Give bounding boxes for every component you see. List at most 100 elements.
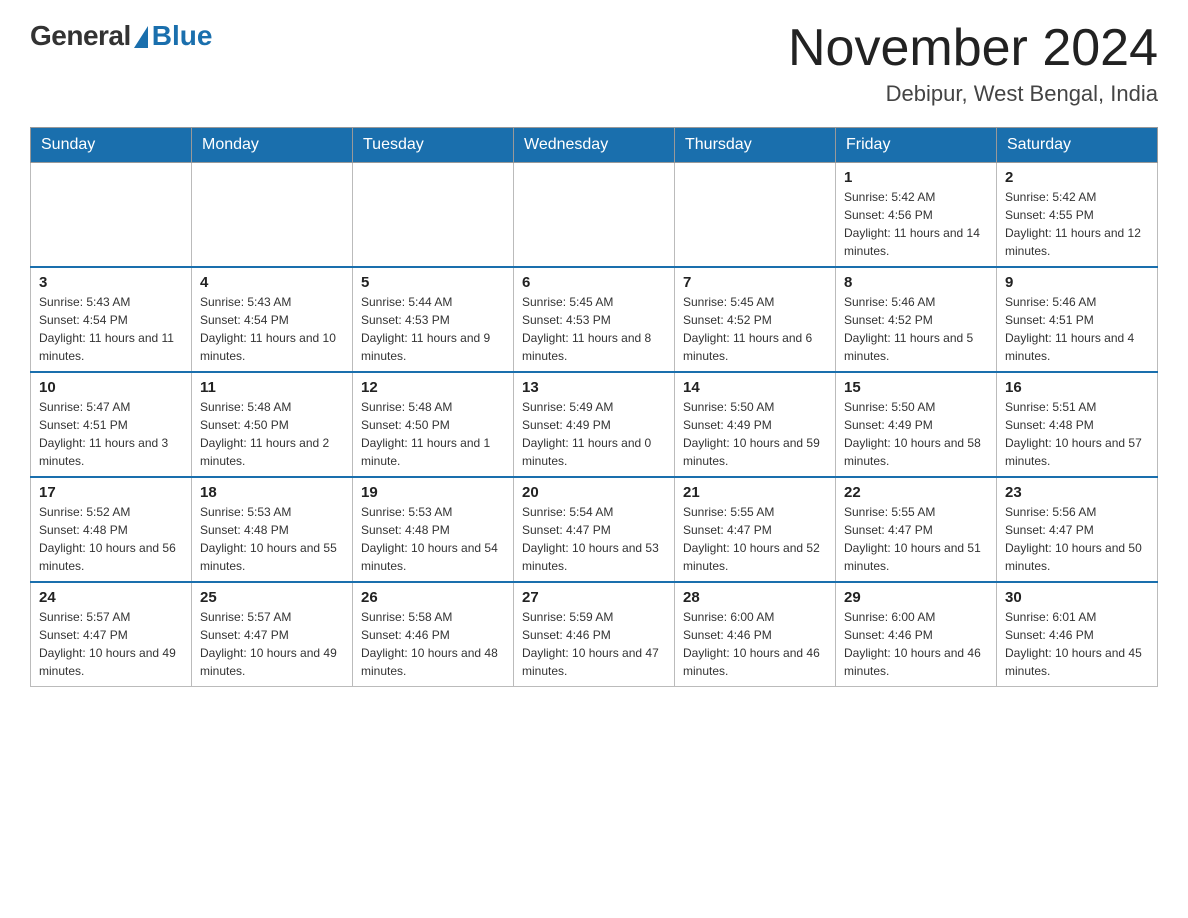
location-title: Debipur, West Bengal, India — [788, 81, 1158, 107]
weekday-header: Saturday — [997, 128, 1158, 163]
month-title: November 2024 — [788, 20, 1158, 77]
day-info: Sunrise: 5:56 AMSunset: 4:47 PMDaylight:… — [1005, 503, 1149, 575]
calendar-cell: 6 Sunrise: 5:45 AMSunset: 4:53 PMDaylight… — [514, 267, 675, 372]
page-header: General Blue November 2024 Debipur, West… — [30, 20, 1158, 107]
day-number: 4 — [200, 274, 344, 291]
calendar-cell: 24Sunrise: 5:57 AMSunset: 4:47 PMDayligh… — [31, 582, 192, 687]
day-info: Sunrise: 5:45 AMSunset: 4:52 PMDaylight:… — [683, 293, 827, 365]
weekday-header: Sunday — [31, 128, 192, 163]
calendar-cell: 16 Sunrise: 5:51 AMSunset: 4:48 PMDayligh… — [997, 372, 1158, 477]
day-info: Sunrise: 5:57 AMSunset: 4:47 PMDaylight:… — [200, 608, 344, 680]
day-info: Sunrise: 5:53 AMSunset: 4:48 PMDaylight:… — [200, 503, 344, 575]
day-number: 25 — [200, 589, 344, 606]
calendar-cell: 30 Sunrise: 6:01 AMSunset: 4:46 PMDayligh… — [997, 582, 1158, 687]
day-number: 12 — [361, 379, 505, 396]
calendar-header-row: SundayMondayTuesdayWednesdayThursdayFrid… — [31, 128, 1158, 163]
calendar-week-row: 24 Sunrise: 5:57 AMSunset: 4:47 PMDayligh… — [31, 582, 1158, 687]
day-number: 24 — [39, 589, 183, 606]
calendar-cell: 11 Sunrise: 5:48 AMSunset: 4:50 PMDayligh… — [192, 372, 353, 477]
title-section: November 2024 Debipur, West Bengal, Indi… — [788, 20, 1158, 107]
day-info: Sunrise: 5:50 AMSunset: 4:49 PMDaylight:… — [683, 398, 827, 470]
calendar-cell: 17Sunrise: 5:52 AMSunset: 4:48 PMDayligh… — [31, 477, 192, 582]
day-number: 21 — [683, 484, 827, 501]
day-number: 16 — [1005, 379, 1149, 396]
day-number: 3 — [39, 274, 183, 291]
calendar-week-row: 3 Sunrise: 5:43 AMSunset: 4:54 PMDaylight… — [31, 267, 1158, 372]
logo: General Blue — [30, 20, 212, 52]
day-number: 7 — [683, 274, 827, 291]
calendar-table: SundayMondayTuesdayWednesdayThursdayFrid… — [30, 127, 1158, 687]
calendar-cell — [353, 163, 514, 268]
day-info: Sunrise: 5:49 AMSunset: 4:49 PMDaylight:… — [522, 398, 666, 470]
calendar-cell: 23 Sunrise: 5:56 AMSunset: 4:47 PMDayligh… — [997, 477, 1158, 582]
day-number: 28 — [683, 589, 827, 606]
calendar-cell: 1 Sunrise: 5:42 AMSunset: 4:56 PMDaylight… — [836, 163, 997, 268]
day-number: 13 — [522, 379, 666, 396]
day-number: 27 — [522, 589, 666, 606]
day-number: 1 — [844, 169, 988, 186]
day-info: Sunrise: 5:55 AMSunset: 4:47 PMDaylight:… — [683, 503, 827, 575]
weekday-header: Tuesday — [353, 128, 514, 163]
day-info: Sunrise: 5:46 AMSunset: 4:52 PMDaylight:… — [844, 293, 988, 365]
day-info: Sunrise: 5:48 AMSunset: 4:50 PMDaylight:… — [200, 398, 344, 470]
calendar-cell: 13 Sunrise: 5:49 AMSunset: 4:49 PMDayligh… — [514, 372, 675, 477]
day-number: 8 — [844, 274, 988, 291]
calendar-cell: 7 Sunrise: 5:45 AMSunset: 4:52 PMDaylight… — [675, 267, 836, 372]
day-info: Sunrise: 5:58 AMSunset: 4:46 PMDaylight:… — [361, 608, 505, 680]
weekday-header: Thursday — [675, 128, 836, 163]
day-number: 6 — [522, 274, 666, 291]
calendar-cell: 22Sunrise: 5:55 AMSunset: 4:47 PMDayligh… — [836, 477, 997, 582]
day-info: Sunrise: 5:54 AMSunset: 4:47 PMDaylight:… — [522, 503, 666, 575]
calendar-cell — [514, 163, 675, 268]
day-number: 15 — [844, 379, 988, 396]
day-number: 5 — [361, 274, 505, 291]
day-info: Sunrise: 6:01 AMSunset: 4:46 PMDaylight:… — [1005, 608, 1149, 680]
day-info: Sunrise: 5:46 AMSunset: 4:51 PMDaylight:… — [1005, 293, 1149, 365]
calendar-cell — [192, 163, 353, 268]
calendar-cell: 18 Sunrise: 5:53 AMSunset: 4:48 PMDayligh… — [192, 477, 353, 582]
day-info: Sunrise: 6:00 AMSunset: 4:46 PMDaylight:… — [844, 608, 988, 680]
calendar-cell: 4 Sunrise: 5:43 AMSunset: 4:54 PMDaylight… — [192, 267, 353, 372]
day-number: 18 — [200, 484, 344, 501]
calendar-cell: 10Sunrise: 5:47 AMSunset: 4:51 PMDayligh… — [31, 372, 192, 477]
day-number: 11 — [200, 379, 344, 396]
day-number: 30 — [1005, 589, 1149, 606]
day-info: Sunrise: 5:47 AMSunset: 4:51 PMDaylight:… — [39, 398, 183, 470]
calendar-cell: 3Sunrise: 5:43 AMSunset: 4:54 PMDaylight… — [31, 267, 192, 372]
weekday-header: Friday — [836, 128, 997, 163]
calendar-cell: 21 Sunrise: 5:55 AMSunset: 4:47 PMDayligh… — [675, 477, 836, 582]
calendar-cell: 29Sunrise: 6:00 AMSunset: 4:46 PMDayligh… — [836, 582, 997, 687]
day-info: Sunrise: 6:00 AMSunset: 4:46 PMDaylight:… — [683, 608, 827, 680]
calendar-week-row: 17Sunrise: 5:52 AMSunset: 4:48 PMDayligh… — [31, 477, 1158, 582]
day-number: 17 — [39, 484, 183, 501]
calendar-cell: 26 Sunrise: 5:58 AMSunset: 4:46 PMDayligh… — [353, 582, 514, 687]
logo-triangle-icon — [134, 26, 148, 48]
calendar-week-row: 1 Sunrise: 5:42 AMSunset: 4:56 PMDaylight… — [31, 163, 1158, 268]
day-info: Sunrise: 5:55 AMSunset: 4:47 PMDaylight:… — [844, 503, 988, 575]
day-info: Sunrise: 5:44 AMSunset: 4:53 PMDaylight:… — [361, 293, 505, 365]
day-number: 23 — [1005, 484, 1149, 501]
day-info: Sunrise: 5:59 AMSunset: 4:46 PMDaylight:… — [522, 608, 666, 680]
day-info: Sunrise: 5:42 AMSunset: 4:56 PMDaylight:… — [844, 188, 988, 260]
day-number: 9 — [1005, 274, 1149, 291]
day-info: Sunrise: 5:43 AMSunset: 4:54 PMDaylight:… — [200, 293, 344, 365]
logo-blue-text: Blue — [152, 20, 213, 52]
day-info: Sunrise: 5:51 AMSunset: 4:48 PMDaylight:… — [1005, 398, 1149, 470]
calendar-cell: 9 Sunrise: 5:46 AMSunset: 4:51 PMDaylight… — [997, 267, 1158, 372]
calendar-week-row: 10Sunrise: 5:47 AMSunset: 4:51 PMDayligh… — [31, 372, 1158, 477]
calendar-cell: 5 Sunrise: 5:44 AMSunset: 4:53 PMDaylight… — [353, 267, 514, 372]
day-number: 14 — [683, 379, 827, 396]
day-info: Sunrise: 5:45 AMSunset: 4:53 PMDaylight:… — [522, 293, 666, 365]
calendar-cell: 20Sunrise: 5:54 AMSunset: 4:47 PMDayligh… — [514, 477, 675, 582]
calendar-cell: 15Sunrise: 5:50 AMSunset: 4:49 PMDayligh… — [836, 372, 997, 477]
calendar-cell: 28 Sunrise: 6:00 AMSunset: 4:46 PMDayligh… — [675, 582, 836, 687]
calendar-cell: 2 Sunrise: 5:42 AMSunset: 4:55 PMDaylight… — [997, 163, 1158, 268]
day-number: 2 — [1005, 169, 1149, 186]
calendar-cell: 19Sunrise: 5:53 AMSunset: 4:48 PMDayligh… — [353, 477, 514, 582]
calendar-cell: 8 Sunrise: 5:46 AMSunset: 4:52 PMDaylight… — [836, 267, 997, 372]
day-info: Sunrise: 5:48 AMSunset: 4:50 PMDaylight:… — [361, 398, 505, 470]
weekday-header: Wednesday — [514, 128, 675, 163]
day-info: Sunrise: 5:42 AMSunset: 4:55 PMDaylight:… — [1005, 188, 1149, 260]
day-number: 26 — [361, 589, 505, 606]
logo-general-text: General — [30, 20, 131, 52]
